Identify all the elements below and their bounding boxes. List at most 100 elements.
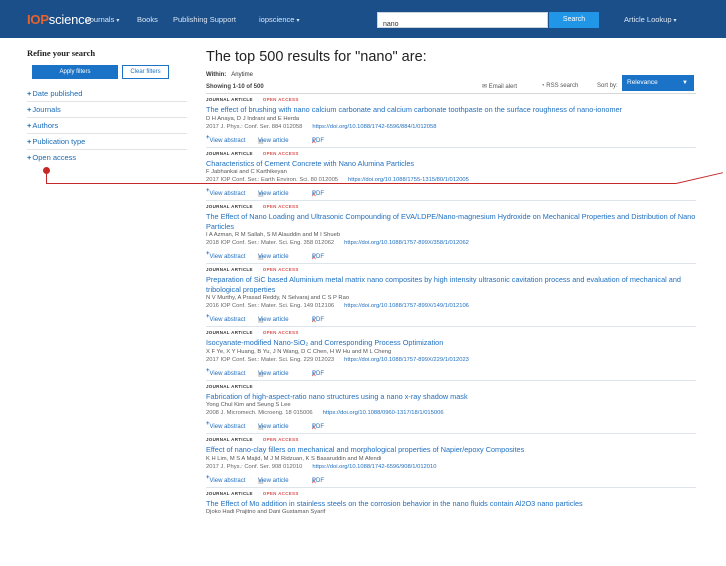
result-title-link[interactable]: Characteristics of Cement Concrete with … — [206, 159, 696, 169]
article-lookup-menu[interactable]: Article Lookup ▾ — [624, 15, 677, 24]
page-title: The top 500 results for "nano" are: — [206, 49, 427, 65]
result-citation: 2017 J. Phys.: Conf. Ser. 884 012058 — [206, 123, 303, 130]
plus-icon: + — [27, 137, 32, 146]
result-authors: D H Anaya, D J Indrani and E Herda — [206, 115, 300, 122]
result-citation: 2017 IOP Conf. Ser.: Mater. Sci. Eng. 22… — [206, 356, 335, 363]
clear-filters-button[interactable]: Clear filters — [122, 65, 169, 79]
result-citation: 2017 IOP Conf. Ser.: Earth Environ. Sci.… — [206, 177, 339, 183]
result-authors: F Jabhankai and C Karthikeyan — [206, 169, 287, 175]
result-title-link[interactable]: Isocyanate-modified Nano-SiO₂ and Corres… — [206, 338, 696, 348]
result-item: JOURNAL ARTICLE OPEN ACCESS The Effect of… — [206, 201, 696, 264]
plus-icon: + — [27, 153, 32, 162]
rss-icon: ◔ — [541, 83, 545, 89]
results-list: JOURNAL ARTICLE OPEN ACCESS The effect of… — [206, 94, 696, 520]
view-abstract-link[interactable]: + View abstract — [206, 368, 245, 377]
view-abstract-link[interactable]: + View abstract — [206, 135, 245, 144]
result-citation: 2016 IOP Conf. Ser.: Mater. Sci. Eng. 14… — [206, 303, 335, 309]
doi-link[interactable]: https://doi.org/10.1088/1757-899X/149/1/… — [344, 303, 469, 309]
view-abstract-link[interactable]: + View abstract — [206, 475, 245, 484]
caret-down-icon: ▾ — [296, 18, 300, 24]
top-navigation-bar: IOPscience Journals ▾ Books Publishing Su… — [0, 0, 726, 38]
rss-search-link[interactable]: ◔ RSS search — [541, 83, 578, 89]
nav-books-link[interactable]: Books — [137, 15, 158, 24]
open-access-badge: OPEN ACCESS — [262, 330, 299, 335]
result-authors: K H Lim, M S A Majid, M J M Ridzuan, K S… — [206, 455, 382, 462]
doi-link[interactable]: https://doi.org/10.1088/1742-6596/908/1/… — [312, 464, 436, 470]
result-authors: X F Ye, X Y Huang, B Yu, J N Wang, D C C… — [206, 348, 392, 355]
doi-link[interactable]: https://doi.org/10.1088/0960-1317/18/1/0… — [323, 410, 444, 416]
filter-publication-type[interactable]: +Publication type — [27, 134, 187, 150]
results-main: The top 500 results for "nano" are: With… — [206, 49, 696, 520]
search-input[interactable] — [378, 17, 547, 32]
article-type-label: JOURNAL ARTICLE — [206, 490, 253, 496]
result-item: JOURNAL ARTICLE OPEN ACCESS The Effect of… — [206, 488, 696, 521]
plus-icon: + — [27, 105, 32, 114]
open-access-badge: OPEN ACCESS — [262, 437, 299, 442]
view-abstract-link[interactable]: + View abstract — [206, 421, 245, 430]
result-item: JOURNAL ARTICLE OPEN ACCESS Characteristi… — [206, 148, 696, 201]
article-type-label: JOURNAL ARTICLE — [206, 383, 253, 389]
result-authors: N V Murthy, A Prasad Reddy, N Selvaraj a… — [206, 295, 350, 301]
result-authors: Yong Chul Kim and Seung S Lee — [206, 402, 291, 408]
annotation-line — [46, 173, 47, 183]
search-button[interactable]: Search — [549, 12, 599, 28]
article-type-label: JOURNAL ARTICLE — [206, 437, 253, 442]
iopscience-logo[interactable]: IOPscience — [27, 12, 92, 27]
result-citation: 2017 J. Phys.: Conf. Ser. 908 012010 — [206, 463, 303, 470]
plus-icon: + — [27, 121, 32, 130]
envelope-icon: ✉ — [482, 84, 488, 90]
article-type-label: JOURNAL ARTICLE — [206, 330, 253, 335]
plus-icon: + — [27, 89, 32, 98]
result-title-link[interactable]: Effect of nano-clay fillers on mechanica… — [206, 445, 696, 455]
result-title-link[interactable]: The Effect of Nano Loading and Ultrasoni… — [206, 212, 696, 231]
view-abstract-link[interactable]: + View abstract — [206, 251, 245, 260]
filter-date-published[interactable]: +Date published — [27, 86, 187, 102]
caret-down-icon: ▾ — [116, 18, 120, 24]
result-item: JOURNAL ARTICLE Fabrication of high-aspe… — [206, 381, 696, 434]
filter-journals[interactable]: +Journals — [27, 102, 187, 118]
results-toolbar: Showing 1-10 of 500 ✉ Email alert ◔ RSS … — [206, 75, 696, 94]
result-item: JOURNAL ARTICLE OPEN ACCESS The effect of… — [206, 94, 696, 148]
result-title-link[interactable]: The Effect of Mo addition in stainless s… — [206, 499, 696, 509]
result-authors: I A Azman, R M Sallah, S M Alauddin and … — [206, 232, 341, 238]
caret-down-icon: ▼ — [682, 80, 688, 86]
result-title-link[interactable]: The effect of brushing with nano calcium… — [206, 105, 696, 115]
email-alert-link[interactable]: ✉ Email alert — [482, 83, 517, 90]
caret-down-icon: ▾ — [673, 18, 677, 24]
apply-filters-button[interactable]: Apply filters — [32, 65, 118, 79]
sort-label: Sort by: — [597, 83, 618, 89]
result-citation: 2018 IOP Conf. Ser.: Mater. Sci. Eng. 35… — [206, 240, 335, 246]
doi-link[interactable]: https://doi.org/10.1088/1755-1315/80/1/0… — [348, 177, 469, 183]
result-item: JOURNAL ARTICLE OPEN ACCESS Effect of nan… — [206, 434, 696, 488]
result-title-link[interactable]: Preparation of SiC based Aluminium metal… — [206, 275, 696, 294]
filter-buttons: Apply filters Clear filters — [27, 65, 187, 79]
article-type-label: JOURNAL ARTICLE — [206, 267, 253, 272]
sort-select[interactable]: Relevance ▼ — [622, 75, 694, 91]
view-abstract-link[interactable]: + View abstract — [206, 188, 245, 197]
filter-open-access[interactable]: +Open access — [27, 150, 187, 166]
nav-publishing-support-link[interactable]: Publishing Support — [173, 15, 236, 24]
open-access-badge: OPEN ACCESS — [262, 204, 299, 209]
article-type-label: JOURNAL ARTICLE — [206, 150, 253, 156]
nav-journals-menu[interactable]: Journals ▾ — [86, 15, 119, 24]
filter-authors[interactable]: +Authors — [27, 118, 187, 134]
article-type-label: JOURNAL ARTICLE — [206, 97, 253, 102]
open-access-badge: OPEN ACCESS — [262, 150, 299, 156]
doi-link[interactable]: https://doi.org/10.1088/1757-899X/229/1/… — [344, 357, 469, 363]
result-item: JOURNAL ARTICLE OPEN ACCESS Preparation o… — [206, 264, 696, 327]
result-citation: 2008 J. Micromech. Microeng. 18 015006 — [206, 410, 313, 416]
doi-link[interactable]: https://doi.org/10.1088/1757-899X/358/1/… — [344, 240, 469, 246]
doi-link[interactable]: https://doi.org/10.1088/1742-6596/884/1/… — [312, 124, 436, 130]
search-box — [377, 12, 548, 32]
article-type-label: JOURNAL ARTICLE — [206, 204, 253, 209]
refine-sidebar: Refine your search Apply filters Clear f… — [27, 48, 187, 166]
results-count: Showing 1-10 of 500 — [206, 84, 264, 90]
refine-title: Refine your search — [27, 48, 96, 58]
view-abstract-link[interactable]: + View abstract — [206, 314, 245, 323]
open-access-badge: OPEN ACCESS — [262, 267, 299, 272]
open-access-badge: OPEN ACCESS — [262, 97, 299, 102]
result-item: JOURNAL ARTICLE OPEN ACCESS Isocyanate-mo… — [206, 327, 696, 381]
result-title-link[interactable]: Fabrication of high-aspect-ratio nano st… — [206, 392, 696, 402]
nav-iopscience-menu[interactable]: iopscience ▾ — [259, 15, 299, 24]
open-access-badge: OPEN ACCESS — [262, 490, 299, 496]
